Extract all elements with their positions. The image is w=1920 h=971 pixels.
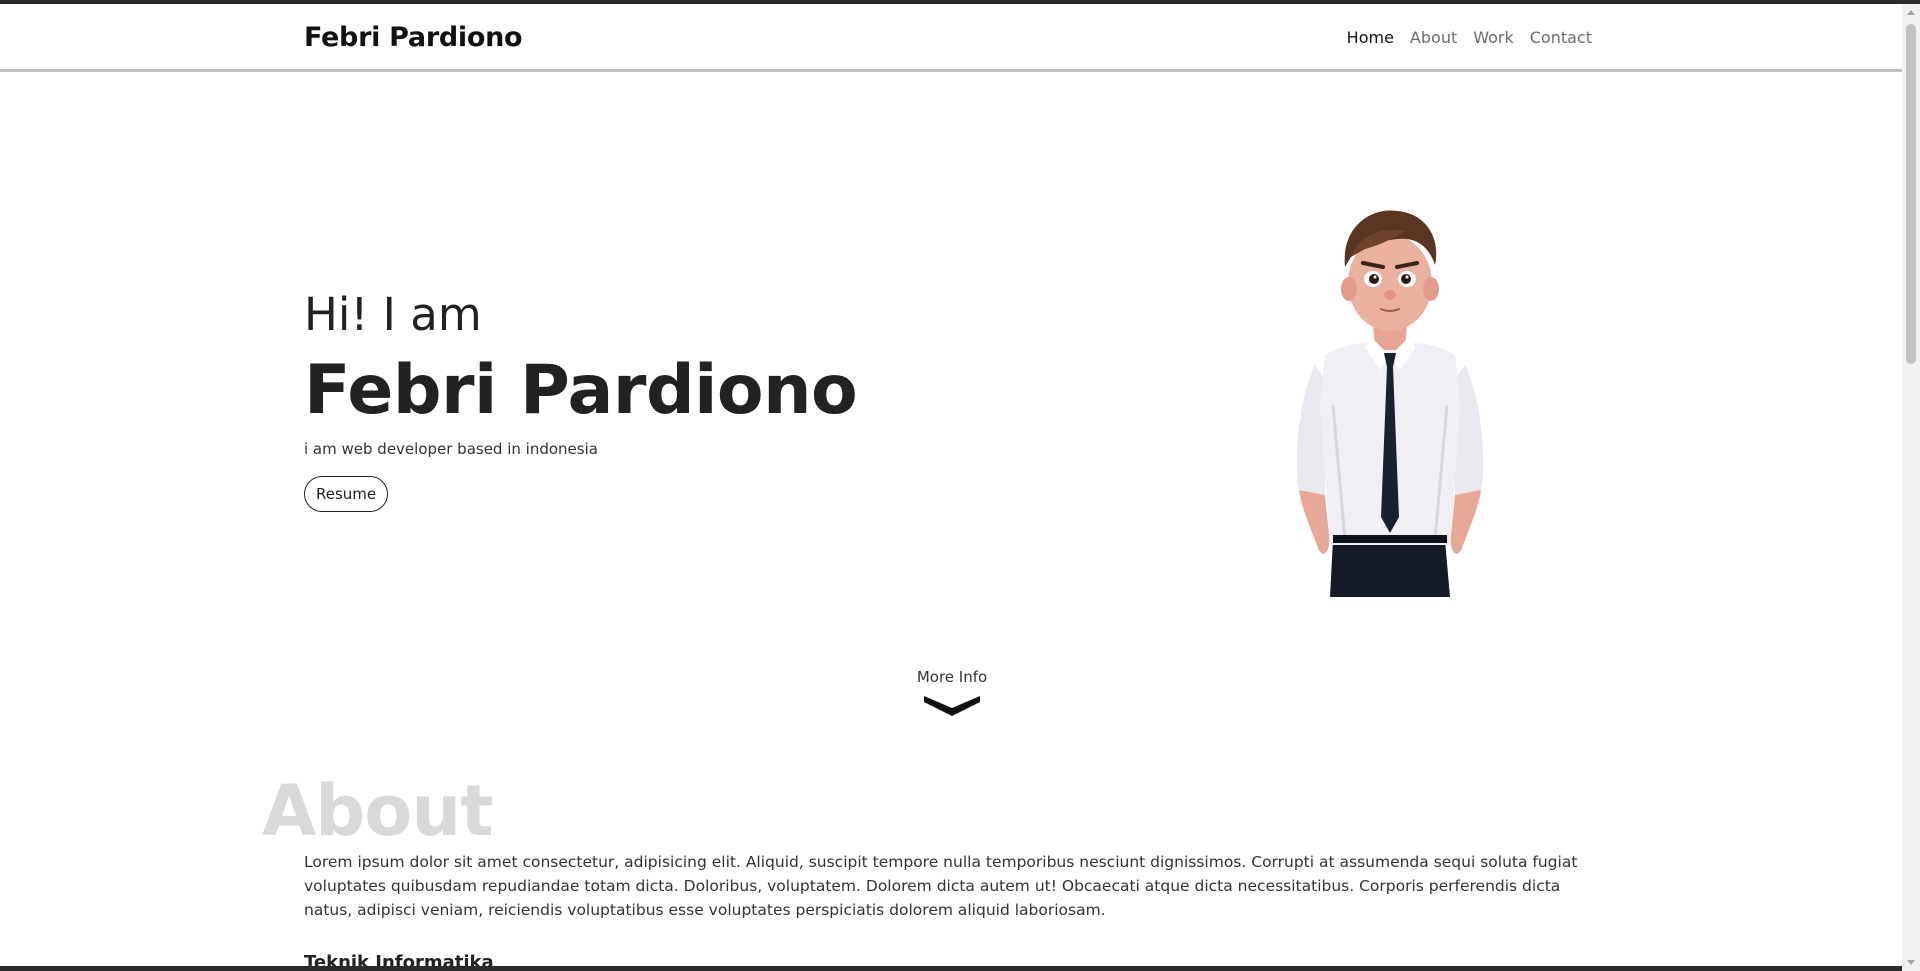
scroll-up-icon[interactable] bbox=[1907, 10, 1915, 15]
nav-link-work[interactable]: Work bbox=[1473, 28, 1514, 47]
more-info-label: More Info bbox=[916, 668, 988, 686]
nav-links: Home About Work Contact bbox=[1347, 28, 1592, 47]
vertical-scrollbar[interactable] bbox=[1902, 4, 1920, 971]
hero-tagline: i am web developer based in indonesia bbox=[304, 440, 598, 459]
navbar: Febri Pardiono Home About Work Contact bbox=[0, 4, 1902, 72]
scroll-down-icon[interactable] bbox=[1907, 960, 1915, 965]
brand-logo[interactable]: Febri Pardiono bbox=[304, 22, 523, 53]
window-bottom-border bbox=[0, 966, 1902, 971]
avatar-illustration bbox=[1296, 210, 1484, 597]
hero-greeting: Hi! I am bbox=[304, 288, 482, 341]
hero-section: Hi! I am Febri Pardiono i am web develop… bbox=[304, 288, 858, 513]
nav-link-about[interactable]: About bbox=[1410, 28, 1457, 47]
nav-link-home[interactable]: Home bbox=[1347, 28, 1394, 47]
about-heading: About bbox=[262, 770, 494, 852]
nav-link-contact[interactable]: Contact bbox=[1530, 28, 1592, 47]
about-paragraph: Lorem ipsum dolor sit amet consectetur, … bbox=[304, 853, 1578, 919]
resume-button[interactable]: Resume bbox=[304, 476, 389, 513]
chevron-down-icon bbox=[924, 696, 980, 716]
scrollbar-thumb[interactable] bbox=[1906, 24, 1916, 364]
more-info-link[interactable]: More Info bbox=[900, 668, 1004, 718]
hero-name: Febri Pardiono bbox=[304, 350, 858, 430]
